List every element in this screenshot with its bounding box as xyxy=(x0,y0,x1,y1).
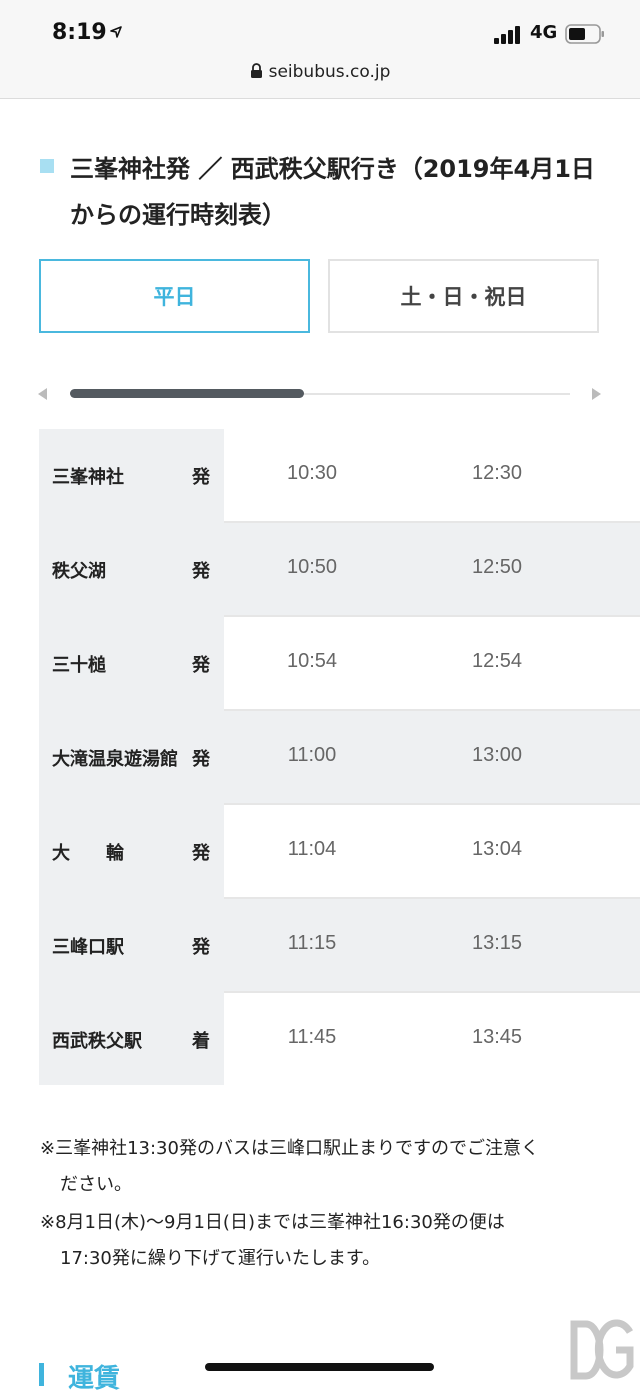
departure-time: 10:54 xyxy=(286,650,338,672)
battery-icon xyxy=(565,24,604,44)
table-row: 三峯神社 発 10:30 12:30 xyxy=(39,429,640,523)
note-line: 17:30発に繰り下げて運行いたします。 xyxy=(60,1248,381,1269)
departure-time: 10:30 xyxy=(286,462,338,484)
lock-icon xyxy=(250,63,262,78)
stop-name: 三峯神社 xyxy=(52,467,124,488)
stop-name: 西武秩父駅 xyxy=(52,1031,142,1052)
fare-section-heading: 運賃 xyxy=(68,1364,121,1394)
stop-cell: 三十槌 発 xyxy=(39,617,224,711)
stop-cell: 西武秩父駅 着 xyxy=(39,993,224,1085)
departure-time: 13:04 xyxy=(471,838,523,860)
stop-direction: 発 xyxy=(192,655,210,676)
stop-name: 秩父湖 xyxy=(52,561,106,582)
note-line: ださい。 xyxy=(60,1174,132,1195)
stop-name: 三峰口駅 xyxy=(52,937,124,958)
table-row: 大 輪 発 11:04 13:04 xyxy=(39,805,640,899)
stop-cell: 三峯神社 発 xyxy=(39,429,224,523)
departure-time: 12:30 xyxy=(471,462,523,484)
address-bar[interactable]: seibubus.co.jp xyxy=(0,62,640,82)
note: ※三峯神社13:30発のバスは三峰口駅止まりですのでご注意く ださい。 xyxy=(40,1131,610,1203)
stop-name: 三十槌 xyxy=(52,655,106,676)
page-title: 三峯神社発 ／ 西武秩父駅行き（2019年4月1日からの運行時刻表） xyxy=(70,155,595,229)
table-row: 大滝温泉遊湯館 発 11:00 13:00 xyxy=(39,711,640,805)
stop-cell: 大 輪 発 xyxy=(39,805,224,899)
stop-direction: 発 xyxy=(192,561,210,582)
browser-top-bar: 8:19 4G seibubus.co.jp xyxy=(0,0,640,99)
arrival-time: 13:45 xyxy=(471,1026,523,1048)
table-row: 秩父湖 発 10:50 12:50 xyxy=(39,523,640,617)
home-indicator[interactable] xyxy=(205,1363,434,1371)
note-line: ※8月1日(木)〜9月1日(日)までは三峯神社16:30発の便は xyxy=(40,1212,505,1233)
departure-time: 13:15 xyxy=(471,932,523,954)
stop-direction: 着 xyxy=(192,1031,210,1052)
url-text: seibubus.co.jp xyxy=(268,62,391,82)
tab-weekday[interactable]: 平日 xyxy=(39,259,310,333)
departure-time: 12:50 xyxy=(471,556,523,578)
stop-direction: 発 xyxy=(192,843,210,864)
network-type: 4G xyxy=(530,22,558,43)
status-time: 8:19 xyxy=(52,20,107,45)
departure-time: 12:54 xyxy=(471,650,523,672)
departure-time: 13:00 xyxy=(471,744,523,766)
departure-time: 10:50 xyxy=(286,556,338,578)
table-row: 三十槌 発 10:54 12:54 xyxy=(39,617,640,711)
stop-direction: 発 xyxy=(192,749,210,770)
timetable: 三峯神社 発 10:30 12:30 秩父湖 発 10:50 12:50 三十槌… xyxy=(39,429,640,1085)
stop-cell: 大滝温泉遊湯館 発 xyxy=(39,711,224,805)
stop-cell: 秩父湖 発 xyxy=(39,523,224,617)
section-marker xyxy=(39,1363,44,1386)
stop-direction: 発 xyxy=(192,467,210,488)
stop-name: 大 輪 xyxy=(52,843,124,864)
tab-weekend-holiday[interactable]: 土・日・祝日 xyxy=(328,259,599,333)
cellular-signal-icon xyxy=(494,26,520,44)
departure-time: 11:04 xyxy=(287,838,337,860)
table-row: 西武秩父駅 着 11:45 13:45 xyxy=(39,993,640,1085)
table-row: 三峰口駅 発 11:15 13:15 xyxy=(39,899,640,993)
departure-time: 11:15 xyxy=(287,932,337,954)
stop-cell: 三峰口駅 発 xyxy=(39,899,224,993)
location-arrow-icon xyxy=(110,26,122,38)
departure-time: 11:00 xyxy=(287,744,337,766)
heading-marker xyxy=(40,159,54,173)
scroll-right-icon[interactable] xyxy=(592,388,601,400)
stop-name: 大滝温泉遊湯館 xyxy=(52,749,178,770)
dg-logo-icon xyxy=(570,1319,634,1380)
scroll-left-icon[interactable] xyxy=(38,388,47,400)
note: ※8月1日(木)〜9月1日(日)までは三峯神社16:30発の便は 17:30発に… xyxy=(40,1205,610,1277)
note-line: ※三峯神社13:30発のバスは三峰口駅止まりですのでご注意く xyxy=(40,1138,539,1159)
scroll-thumb[interactable] xyxy=(70,389,304,398)
stop-direction: 発 xyxy=(192,937,210,958)
arrival-time: 11:45 xyxy=(287,1026,337,1048)
